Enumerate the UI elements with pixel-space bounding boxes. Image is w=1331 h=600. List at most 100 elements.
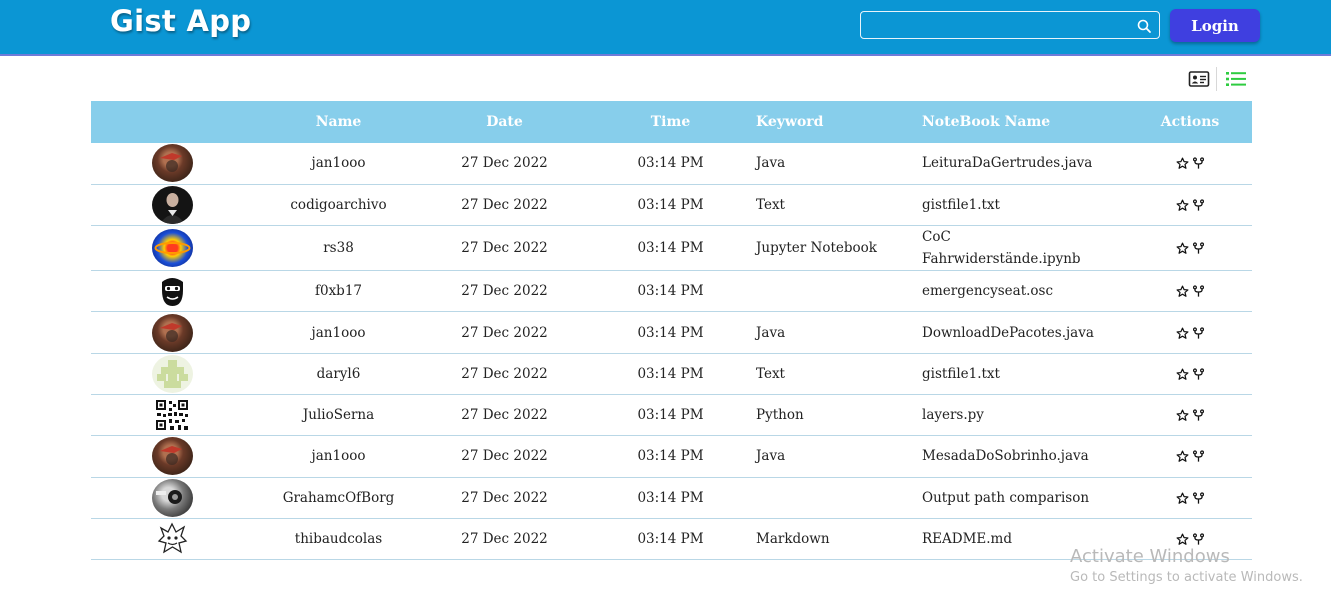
user-name: codigoarchivo <box>290 196 387 213</box>
user-name: GrahamcOfBorg <box>282 489 395 506</box>
fork-icon[interactable] <box>1192 409 1205 422</box>
list-icon[interactable] <box>1225 69 1247 89</box>
gist-keyword <box>756 477 922 518</box>
table-row[interactable]: codigoarchivo 27 Dec 2022 03:14 PM Text … <box>91 184 1252 226</box>
user-name: daryl6 <box>316 365 361 382</box>
actions-cell <box>1128 436 1252 477</box>
watermark-title: Activate Windows <box>1070 546 1230 567</box>
avatar-cell <box>91 143 253 184</box>
avatar-cell <box>91 436 253 477</box>
table-row[interactable]: GrahamcOfBorg 27 Dec 2022 03:14 PM Outpu… <box>91 477 1252 519</box>
avatar[interactable] <box>155 399 189 432</box>
notebook-name[interactable]: gistfile1.txt <box>922 353 1128 394</box>
fork-icon[interactable] <box>1192 157 1205 170</box>
avatar[interactable] <box>151 478 193 517</box>
fork-icon[interactable] <box>1192 492 1205 505</box>
gist-date: 27 Dec 2022 <box>461 365 548 382</box>
user-name: thibaudcolas <box>294 531 383 548</box>
notebook-name[interactable]: CoC Fahrwiderstände.ipynb <box>922 226 1128 271</box>
search-input[interactable] <box>865 15 1135 37</box>
fork-icon[interactable] <box>1192 199 1205 212</box>
header-notebook-name[interactable]: NoteBook Name <box>922 101 1128 143</box>
user-name: rs38 <box>323 240 354 257</box>
actions-cell <box>1128 143 1252 184</box>
star-icon[interactable] <box>1176 492 1189 505</box>
avatar[interactable] <box>151 272 193 311</box>
view-toggle-group <box>1188 67 1248 91</box>
notebook-name-line-2: Fahrwiderstände.ipynb <box>922 251 1081 268</box>
table-row[interactable]: JulioSerna 27 Dec 2022 03:14 PM Python l… <box>91 394 1252 436</box>
table-row[interactable]: rs38 27 Dec 2022 03:14 PM Jupyter Notebo… <box>91 226 1252 271</box>
gist-keyword: Java <box>756 324 786 341</box>
avatar-cell <box>91 353 253 394</box>
avatar[interactable] <box>151 185 193 224</box>
avatar[interactable] <box>151 313 193 352</box>
notebook-name[interactable]: layers.py <box>922 394 1128 435</box>
notebook-name[interactable]: DownloadDePacotes.java <box>922 312 1128 353</box>
actions-cell <box>1128 271 1252 312</box>
header-keyword[interactable]: Keyword <box>756 101 922 143</box>
fork-icon[interactable] <box>1192 242 1205 255</box>
gist-date: 27 Dec 2022 <box>461 407 548 424</box>
gist-date: 27 Dec 2022 <box>461 324 548 341</box>
gist-time: 03:14 PM <box>637 240 704 257</box>
gist-date: 27 Dec 2022 <box>461 283 548 300</box>
search-icon[interactable] <box>1136 18 1152 34</box>
star-icon[interactable] <box>1176 199 1189 212</box>
star-icon[interactable] <box>1176 157 1189 170</box>
notebook-name[interactable]: emergencyseat.osc <box>922 271 1128 312</box>
star-icon[interactable] <box>1176 285 1189 298</box>
avatar[interactable] <box>151 229 193 268</box>
star-icon[interactable] <box>1176 450 1189 463</box>
notebook-name[interactable]: MesadaDoSobrinho.java <box>922 436 1128 477</box>
star-icon[interactable] <box>1176 242 1189 255</box>
star-icon[interactable] <box>1176 327 1189 340</box>
avatar[interactable] <box>151 437 193 476</box>
actions-cell <box>1128 394 1252 435</box>
actions-cell <box>1128 226 1252 271</box>
app-title[interactable]: Gist App <box>110 4 251 38</box>
header-date[interactable]: Date <box>424 101 585 143</box>
fork-icon[interactable] <box>1192 326 1205 340</box>
notebook-name[interactable]: Output path comparison <box>922 477 1128 518</box>
gist-keyword: Markdown <box>756 531 830 548</box>
avatar[interactable] <box>151 520 193 559</box>
user-name: jan1ooo <box>311 448 366 465</box>
avatar-cell <box>91 226 253 271</box>
gist-keyword: Java <box>756 448 786 465</box>
table-row[interactable]: f0xb17 27 Dec 2022 03:14 PM emergencysea… <box>91 271 1252 312</box>
table-header-row: Name Date Time Keyword NoteBook Name Act… <box>91 101 1252 143</box>
fork-icon[interactable] <box>1192 368 1205 381</box>
search-box[interactable] <box>860 11 1160 39</box>
table-row[interactable]: daryl6 27 Dec 2022 03:14 PM Text gistfil… <box>91 353 1252 395</box>
table-row[interactable]: jan1ooo 27 Dec 2022 03:14 PM Java Mesada… <box>91 436 1252 478</box>
windows-activation-watermark: Activate Windows Go to Settings to activ… <box>1070 546 1303 585</box>
header-time[interactable]: Time <box>585 101 756 143</box>
notebook-name[interactable]: gistfile1.txt <box>922 184 1128 225</box>
fork-icon[interactable] <box>1192 450 1205 463</box>
login-button[interactable]: Login <box>1170 9 1260 42</box>
star-icon[interactable] <box>1176 533 1189 546</box>
star-icon[interactable] <box>1176 409 1189 422</box>
gist-keyword: Text <box>756 365 785 382</box>
notebook-name[interactable]: LeituraDaGertrudes.java <box>922 143 1128 184</box>
avatar-cell <box>91 184 253 225</box>
table-row[interactable]: jan1ooo 27 Dec 2022 03:14 PM Java Leitur… <box>91 143 1252 185</box>
star-icon[interactable] <box>1176 368 1189 381</box>
user-name: JulioSerna <box>302 407 375 424</box>
actions-cell <box>1128 184 1252 225</box>
avatar[interactable] <box>151 144 193 183</box>
gist-keyword <box>756 271 922 312</box>
header-name[interactable]: Name <box>253 101 424 143</box>
fork-icon[interactable] <box>1192 285 1205 298</box>
gists-table: Name Date Time Keyword NoteBook Name Act… <box>91 101 1252 560</box>
header-actions: Actions <box>1160 114 1220 130</box>
fork-icon[interactable] <box>1192 533 1205 546</box>
avatar[interactable] <box>151 354 193 393</box>
user-name: f0xb17 <box>314 283 363 300</box>
table-row[interactable]: jan1ooo 27 Dec 2022 03:14 PM Java Downlo… <box>91 312 1252 354</box>
contact-card-icon[interactable] <box>1188 69 1210 89</box>
gist-keyword: Java <box>756 155 786 172</box>
gist-keyword: Python <box>756 407 804 424</box>
gist-date: 27 Dec 2022 <box>461 448 548 465</box>
